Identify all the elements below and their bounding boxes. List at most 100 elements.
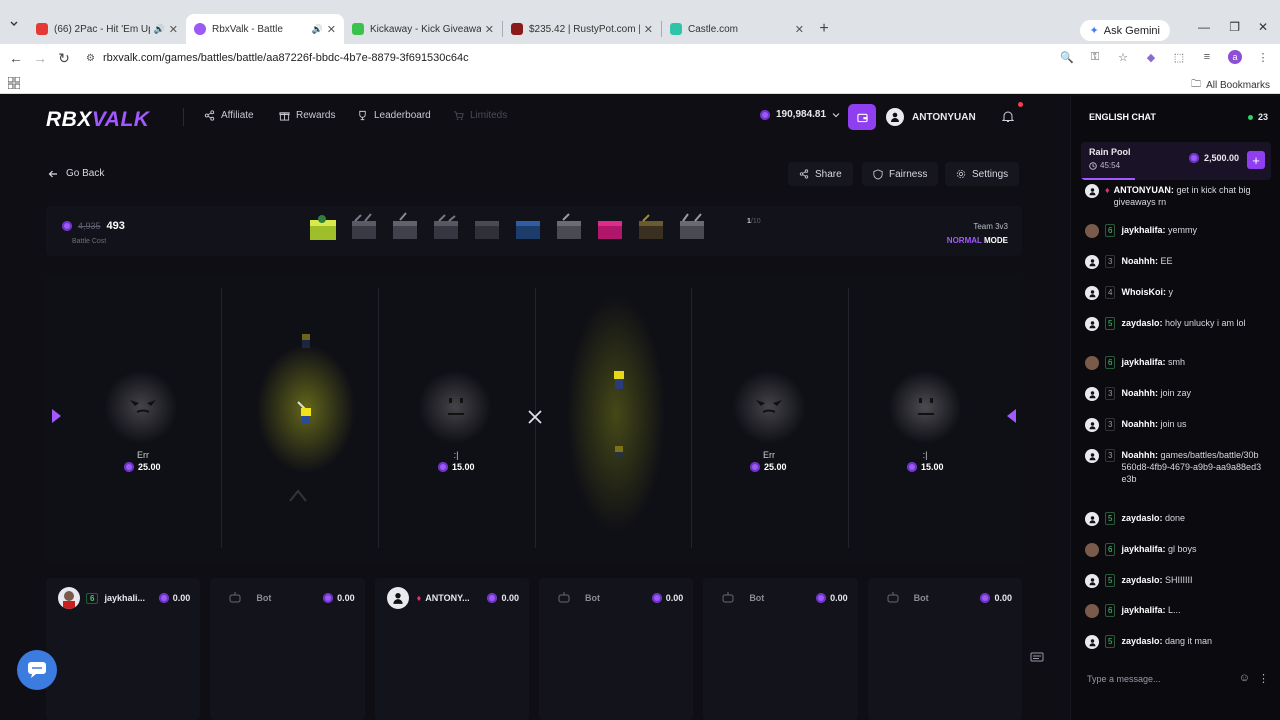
case-item[interactable]	[671, 210, 712, 250]
player-card[interactable]: Bot 0.00	[703, 578, 858, 720]
all-bookmarks-button[interactable]: 🗀 All Bookmarks	[1191, 77, 1270, 94]
password-key-icon[interactable]: ⚿	[1088, 50, 1102, 64]
extension-icon[interactable]: ◆	[1144, 50, 1158, 64]
nav-leaderboard[interactable]: Leaderboard	[357, 110, 431, 121]
player-name: Bot	[913, 593, 929, 603]
message-author[interactable]: Noahhh:	[1121, 450, 1158, 460]
level-badge: 6	[1105, 224, 1116, 237]
tab-youtube[interactable]: (66) 2Pac - Hit 'Em Up (Dirty) 🔊 ✕	[28, 14, 186, 44]
message-text: y	[1165, 287, 1173, 297]
case-item[interactable]	[466, 210, 507, 250]
message-author[interactable]: zaydaslo:	[1121, 513, 1162, 523]
profile-avatar[interactable]: a	[1228, 50, 1242, 64]
reload-icon[interactable]: ↻	[52, 50, 76, 67]
player-card[interactable]: Bot 0.00	[867, 578, 1022, 720]
close-tab-icon[interactable]: ✕	[327, 23, 336, 36]
back-icon[interactable]: ←	[4, 50, 28, 66]
case-item[interactable]	[630, 210, 671, 250]
robot-icon	[558, 592, 570, 603]
chrome-menu-icon[interactable]: ⋮	[1256, 50, 1270, 64]
chat-title[interactable]: ENGLISH CHAT	[1089, 112, 1156, 122]
message-author[interactable]: Noahhh:	[1121, 419, 1158, 429]
wallet-button[interactable]	[848, 104, 876, 130]
avatar	[1085, 317, 1099, 331]
message-author[interactable]: WhoisKoi:	[1121, 287, 1166, 297]
message-text: yemmy	[1165, 225, 1197, 235]
message-author[interactable]: Noahhh:	[1121, 256, 1158, 266]
speaker-icon[interactable]: 🔊	[154, 24, 165, 35]
zoom-icon[interactable]: 🔍	[1060, 50, 1074, 64]
face-item	[749, 316, 789, 350]
case-item[interactable]	[384, 210, 425, 250]
avatar	[1085, 635, 1099, 649]
message-author[interactable]: zaydaslo:	[1121, 318, 1162, 328]
player-value: 0.00	[487, 593, 519, 603]
tab-search-button[interactable]	[0, 8, 28, 40]
level-badge: 5	[1105, 317, 1116, 330]
avatar	[1085, 418, 1099, 432]
toggle-chat-icon[interactable]	[1030, 652, 1044, 664]
close-tab-icon[interactable]: ✕	[169, 23, 178, 36]
player-card[interactable]: Bot 0.00	[538, 578, 694, 720]
nav-rewards[interactable]: Rewards	[279, 110, 335, 121]
message-author[interactable]: jaykhalifa:	[1121, 544, 1165, 554]
message-author[interactable]: ANTONYUAN:	[1114, 185, 1174, 195]
message-author[interactable]: zaydaslo:	[1121, 636, 1162, 646]
new-tab-button[interactable]: +	[812, 14, 836, 44]
level-badge: 3	[1105, 449, 1116, 462]
case-item[interactable]	[425, 210, 466, 250]
url-field[interactable]: ⚙ rbxvalk.com/games/battles/battle/aa872…	[86, 52, 469, 64]
forward-icon[interactable]: →	[28, 50, 52, 66]
fairness-button[interactable]: Fairness	[862, 162, 939, 186]
team-format: Team 3v3	[973, 222, 1008, 231]
maximize-icon[interactable]: ❐	[1229, 20, 1240, 34]
message-author[interactable]: Noahhh:	[1121, 388, 1158, 398]
media-control-icon[interactable]: ≡	[1200, 50, 1214, 64]
player-card[interactable]: 6 jaykhali... 0.00	[46, 578, 201, 720]
more-options-icon[interactable]: ⋮	[1258, 672, 1269, 685]
message-author[interactable]: zaydaslo:	[1121, 575, 1162, 585]
balance-dropdown[interactable]: 190,984.81	[760, 109, 840, 120]
message-author[interactable]: jaykhalifa:	[1121, 225, 1165, 235]
nav-affiliate[interactable]: Affiliate	[204, 110, 254, 121]
case-item[interactable]	[507, 210, 548, 250]
robot-icon	[887, 592, 899, 603]
support-chat-button[interactable]	[17, 650, 57, 690]
case-item[interactable]	[343, 210, 384, 250]
settings-button[interactable]: Settings	[945, 162, 1020, 186]
site-logo[interactable]: RBXVALK	[46, 108, 149, 132]
close-tab-icon[interactable]: ✕	[795, 23, 804, 36]
player-card[interactable]: ♦ ANTONY... 0.00	[374, 578, 529, 720]
tab-kickaway[interactable]: Kickaway - Kick Giveaway Tool ✕	[344, 14, 502, 44]
emoji-icon[interactable]: ☺	[1239, 672, 1250, 685]
speaker-icon[interactable]: 🔊	[312, 24, 323, 35]
go-back-button[interactable]: Go Back	[48, 168, 104, 179]
tip-rain-button[interactable]: +	[1247, 151, 1265, 169]
extensions-puzzle-icon[interactable]: ⬚	[1172, 50, 1186, 64]
close-window-icon[interactable]: ✕	[1258, 20, 1268, 34]
minimize-icon[interactable]: —	[1198, 20, 1210, 34]
case-item[interactable]	[302, 210, 343, 250]
close-tab-icon[interactable]: ✕	[485, 23, 494, 36]
share-button[interactable]: Share	[788, 162, 853, 186]
site-info-icon[interactable]: ⚙	[86, 53, 95, 64]
ask-gemini-button[interactable]: ✦ Ask Gemini	[1079, 20, 1170, 41]
case-item[interactable]	[589, 210, 630, 250]
player-slots: 6 jaykhali... 0.00 Bot 0.00 ♦ ANTONY... …	[46, 578, 1022, 720]
message-author[interactable]: jaykhalifa:	[1121, 605, 1165, 615]
notifications-button[interactable]	[1002, 110, 1014, 123]
close-tab-icon[interactable]: ✕	[644, 23, 653, 36]
user-menu[interactable]: ANTONYUAN	[886, 104, 990, 130]
case-item[interactable]	[548, 210, 589, 250]
tab-rbxvalk[interactable]: RbxValk - Battle 🔊 ✕	[186, 14, 344, 44]
tab-castle[interactable]: Castle.com ✕	[662, 14, 812, 44]
tab-rustypot[interactable]: $235.42 | RustyPot.com | CoinFlip ✕	[503, 14, 661, 44]
message-author[interactable]: jaykhalifa:	[1121, 357, 1165, 367]
level-badge: 6	[1105, 356, 1116, 369]
avatar	[1085, 356, 1099, 370]
player-card[interactable]: Bot 0.00	[210, 578, 365, 720]
chat-message-input[interactable]: Type a message... ☺ ⋮	[1079, 666, 1275, 692]
bookmark-star-icon[interactable]: ☆	[1116, 50, 1130, 64]
nav-limiteds[interactable]: Limiteds	[453, 110, 507, 121]
apps-grid-icon[interactable]	[8, 77, 20, 89]
